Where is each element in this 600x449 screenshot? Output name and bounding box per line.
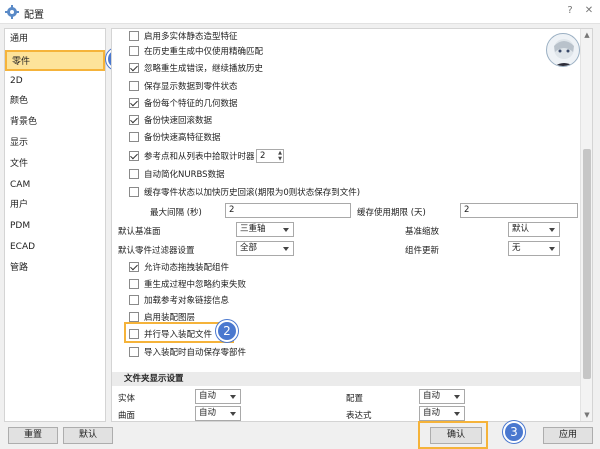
sidebar-item-cam[interactable]: CAM [5, 175, 105, 196]
checkbox[interactable] [129, 347, 139, 357]
checkbox[interactable] [129, 295, 139, 305]
window-title: 配置 [24, 10, 44, 21]
checkbox[interactable] [129, 262, 139, 272]
config-label: 配置 [346, 394, 364, 404]
base-scale-select[interactable]: 默认 [508, 222, 560, 237]
sidebar-item-piping[interactable]: 管路 [5, 258, 105, 279]
avatar[interactable] [546, 33, 580, 67]
base-plane-label: 默认基准面 [118, 227, 161, 237]
update-select[interactable]: 无 [508, 241, 560, 256]
option-autosave-parts[interactable]: 导入装配时自动保存零部件 [129, 345, 246, 359]
cache-period-label: 缓存使用期限 (天) [357, 208, 426, 218]
checkbox[interactable] [129, 115, 139, 125]
update-label: 组件更新 [405, 246, 440, 256]
scroll-thumb[interactable] [583, 149, 591, 379]
expression-label: 表达式 [346, 411, 372, 421]
sidebar-item-color[interactable]: 颜色 [5, 91, 105, 112]
checkbox[interactable] [129, 46, 139, 56]
option-backup-geometry[interactable]: 备份每个特征的几何数据 [129, 96, 238, 110]
checkbox[interactable] [129, 98, 139, 108]
option-dynamic-drag[interactable]: 允许动态拖拽装配组件 [129, 260, 229, 274]
vertical-scrollbar[interactable]: ▲ ▼ [580, 29, 592, 421]
sidebar-item-part[interactable]: 零件 [5, 49, 105, 71]
default-button[interactable]: 默认 [63, 427, 113, 444]
sidebar-item-user[interactable]: 用户 [5, 195, 105, 216]
option-save-display[interactable]: 保存显示数据到零件状态 [129, 79, 238, 93]
filter-label: 默认零件过滤器设置 [118, 246, 195, 256]
sidebar-item-2d[interactable]: 2D [5, 71, 105, 92]
checkbox[interactable] [129, 63, 139, 73]
checkbox[interactable] [129, 187, 139, 197]
settings-panel: 启用多实体静态造型特征 在历史重生成中仅使用精确匹配 忽略重生成错误，继续播放历… [111, 28, 593, 422]
max-interval-label: 最大间隔 (秒) [150, 208, 202, 218]
checkbox[interactable] [129, 279, 139, 289]
close-icon[interactable]: ✕ [582, 4, 596, 18]
sidebar-item-display[interactable]: 显示 [5, 133, 105, 154]
expression-select[interactable]: 自动 [419, 406, 465, 421]
option-simplify-nurbs[interactable]: 自动简化NURBS数据 [129, 167, 225, 181]
checkbox[interactable] [129, 31, 139, 41]
cache-period-field[interactable]: 2 [460, 203, 578, 218]
stepper-arrows-icon[interactable]: ▲ ▼ [278, 150, 282, 162]
option-multi-body[interactable]: 启用多实体静态造型特征 [129, 29, 238, 43]
gear-app-icon [5, 5, 19, 19]
option-ignore-constraint[interactable]: 重生成过程中忽略约束失败 [129, 277, 246, 291]
surface-select[interactable]: 自动 [195, 406, 241, 421]
apply-button[interactable]: 应用 [543, 427, 593, 444]
scroll-up-icon[interactable]: ▲ [581, 29, 592, 41]
option-exact-match[interactable]: 在历史重生成中仅使用精确匹配 [129, 44, 263, 58]
sidebar: 通用 零件 2D 颜色 背景色 显示 文件 CAM 用户 PDM ECAD 管路 [4, 28, 106, 422]
checkbox[interactable] [129, 132, 139, 142]
option-cache-state[interactable]: 缓存零件状态以加快历史回滚(期限为0则状态保存到文件) [129, 185, 360, 199]
sidebar-item-general[interactable]: 通用 [5, 29, 105, 50]
checkbox[interactable] [129, 312, 139, 322]
title-bar: 配置 ? ✕ [0, 0, 600, 24]
entity-select[interactable]: 自动 [195, 389, 241, 404]
scroll-down-icon[interactable]: ▼ [581, 409, 592, 421]
surface-label: 曲面 [118, 411, 136, 421]
sidebar-item-file[interactable]: 文件 [5, 154, 105, 175]
max-interval-field[interactable]: 2 [225, 203, 351, 218]
base-scale-label: 基准缩放 [405, 227, 440, 237]
timer-stepper[interactable]: 2 ▲ ▼ [256, 149, 284, 163]
callout-3: 3 [503, 421, 525, 443]
folder-display-heading: 文件夹显示设置 [112, 372, 580, 386]
filter-select[interactable]: 全部 [236, 241, 294, 256]
config-select[interactable]: 自动 [419, 389, 465, 404]
option-load-links[interactable]: 加载参考对象链接信息 [129, 293, 229, 307]
sidebar-item-pdm[interactable]: PDM [5, 216, 105, 237]
option-backup-rollback[interactable]: 备份快速回滚数据 [129, 113, 212, 127]
sidebar-item-background[interactable]: 背景色 [5, 112, 105, 133]
highlight-ok-button [418, 421, 488, 449]
help-icon[interactable]: ? [563, 4, 577, 18]
callout-2: 2 [216, 320, 238, 342]
checkbox[interactable] [129, 81, 139, 91]
option-pick-timer[interactable]: 参考点和从列表中拾取计时器 [129, 149, 255, 163]
checkbox[interactable] [129, 169, 139, 179]
base-plane-select[interactable]: 三重轴 [236, 222, 294, 237]
sidebar-item-ecad[interactable]: ECAD [5, 237, 105, 258]
option-backup-feature[interactable]: 备份快速高特征数据 [129, 130, 221, 144]
option-ignore-errors[interactable]: 忽略重生成错误，继续播放历史 [129, 61, 263, 75]
reset-button[interactable]: 重置 [8, 427, 58, 444]
checkbox[interactable] [129, 151, 139, 161]
entity-label: 实体 [118, 394, 136, 404]
